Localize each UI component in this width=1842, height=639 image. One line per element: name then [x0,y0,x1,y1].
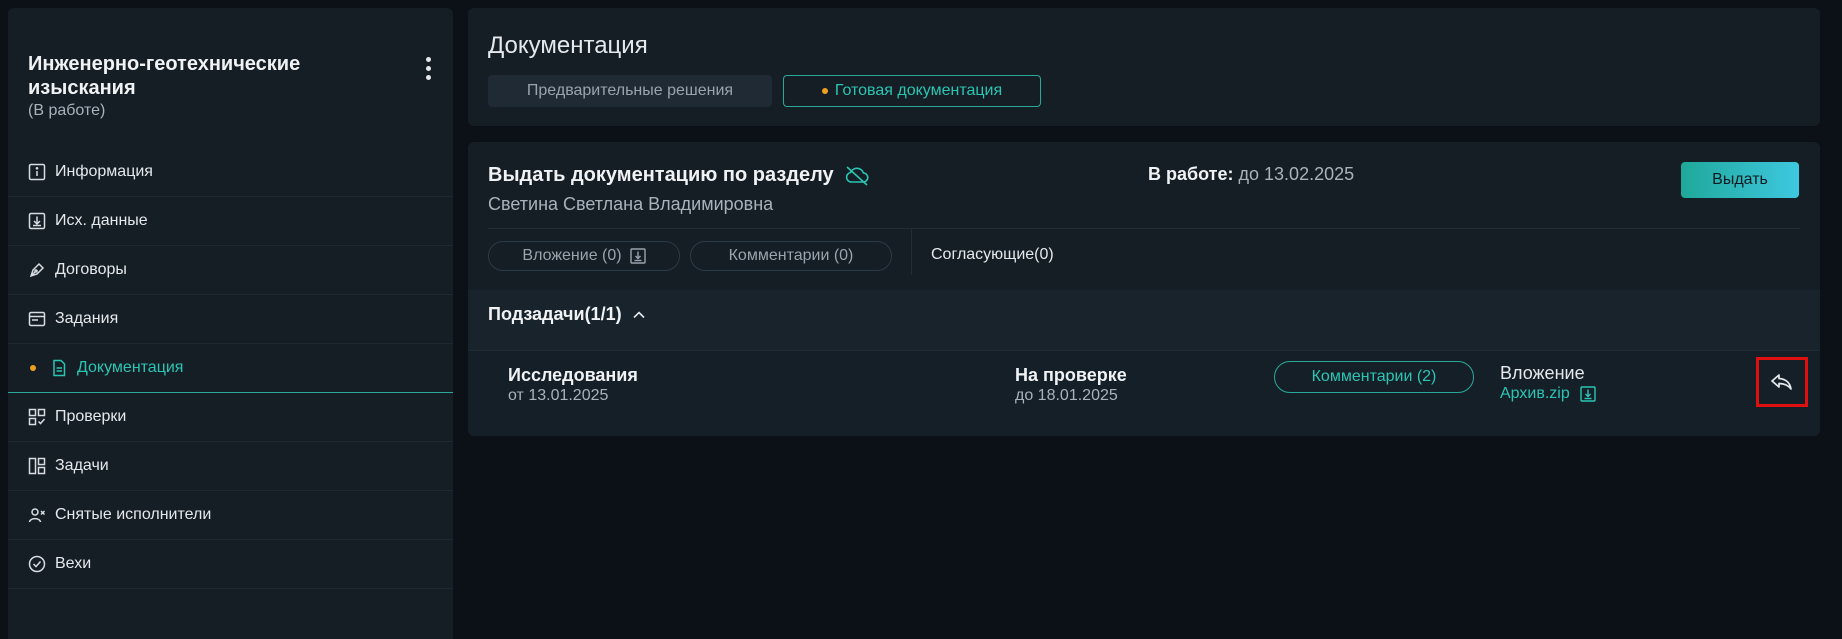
check-circle-icon [28,555,46,573]
task-card: Выдать документацию по разделу Светина С… [468,142,1820,436]
sidebar-item-label: Вехи [55,555,92,572]
sidebar-item-checks[interactable]: Проверки [8,393,453,442]
board-icon [28,457,46,475]
sidebar-item-removed-executors[interactable]: Снятые исполнители [8,491,453,540]
sidebar-item-tasks[interactable]: Задачи [8,442,453,491]
subtask-comments-button[interactable]: Комментарии (2) [1274,361,1474,393]
sidebar-item-label: Задания [55,310,119,327]
sidebar-item-label: Документация [77,359,184,376]
subtask-name: Исследования [508,365,638,385]
sidebar-item-tasks-assignments[interactable]: Задания [8,295,453,344]
sidebar-item-milestones[interactable]: Вехи [8,540,453,589]
tab-ready-documentation[interactable]: Готовая документация [783,75,1041,107]
sidebar-item-label: Договоры [55,261,127,278]
divider [911,229,912,275]
work-status-label: В работе: [1148,164,1234,184]
sidebar-item-label: Информация [55,163,153,180]
attachments-pill-label: Вложение (0) [522,247,622,264]
work-status-deadline: до 13.02.2025 [1238,164,1355,184]
pen-icon [28,261,46,279]
subtask-row: Исследования от 13.01.2025 На проверке д… [468,350,1820,436]
comments-pill[interactable]: Комментарии (0) [690,241,892,271]
comments-pill-label: Комментарии (0) [728,247,854,264]
subtask-due-date: до 18.01.2025 [1015,387,1118,404]
subtasks-header: Подзадачи(1/1) [488,304,622,324]
sidebar-nav: Информация Исх. данные Договоры Задания [8,148,453,589]
sidebar-item-label: Снятые исполнители [55,506,212,523]
download-box-icon [28,212,46,230]
reply-icon [1770,372,1794,392]
chevron-up-icon [632,310,646,320]
subtask-start-date: от 13.01.2025 [508,387,609,404]
project-status: (В работе) [28,102,106,119]
info-icon [28,163,46,181]
sidebar-item-info[interactable]: Информация [8,148,453,197]
issue-button[interactable]: Выдать [1681,162,1799,198]
grid-check-icon [28,408,46,426]
assignee-name: Светина Светлана Владимировна [488,194,774,214]
subtask-attachment-label: Вложение [1500,363,1585,383]
tab-label: Предварительные решения [526,82,734,99]
sidebar-item-label: Проверки [55,408,127,425]
active-dot [821,88,828,94]
sidebar-item-source-data[interactable]: Исх. данные [8,197,453,246]
sidebar-item-contracts[interactable]: Договоры [8,246,453,295]
sidebar: Инженерно-геотехнические изыскания (В ра… [8,8,453,639]
subtask-attachment-link[interactable]: Архив.zip [1500,385,1596,403]
attachments-pill[interactable]: Вложение (0) [488,241,680,271]
more-vertical-icon [425,56,431,62]
tab-label: Готовая документация [834,82,1003,99]
window-icon [28,310,46,328]
page-title: Документация [488,32,648,59]
active-dot [30,365,36,371]
approvers-label[interactable]: Согласующие(0) [931,246,1054,264]
project-title: Инженерно-геотехнические изыскания [28,53,301,99]
subtasks-section: Подзадачи(1/1) Исследования от 13.01.202… [468,290,1820,436]
more-options-button[interactable] [414,52,442,84]
download-box-icon [1580,386,1596,402]
document-icon [50,359,68,377]
cloud-off-icon [844,165,870,187]
sidebar-item-documentation[interactable]: Документация [8,344,453,393]
tab-preliminary-solutions[interactable]: Предварительные решения [488,75,772,107]
download-box-icon [629,248,646,264]
return-subtask-button[interactable] [1756,357,1808,407]
attachment-file-name: Архив.zip [1500,385,1570,402]
work-status: В работе: до 13.02.2025 [1148,164,1354,185]
divider [488,228,1800,229]
subtask-status: На проверке [1015,365,1127,385]
sidebar-item-label: Исх. данные [55,212,148,229]
user-remove-icon [28,506,46,524]
subtasks-toggle[interactable]: Подзадачи(1/1) [488,304,646,325]
sidebar-item-label: Задачи [55,457,109,474]
task-title-text: Выдать документацию по разделу [488,164,834,186]
documentation-header: Документация Предварительные решения Гот… [468,8,1820,126]
task-title: Выдать документацию по разделу [488,164,870,187]
